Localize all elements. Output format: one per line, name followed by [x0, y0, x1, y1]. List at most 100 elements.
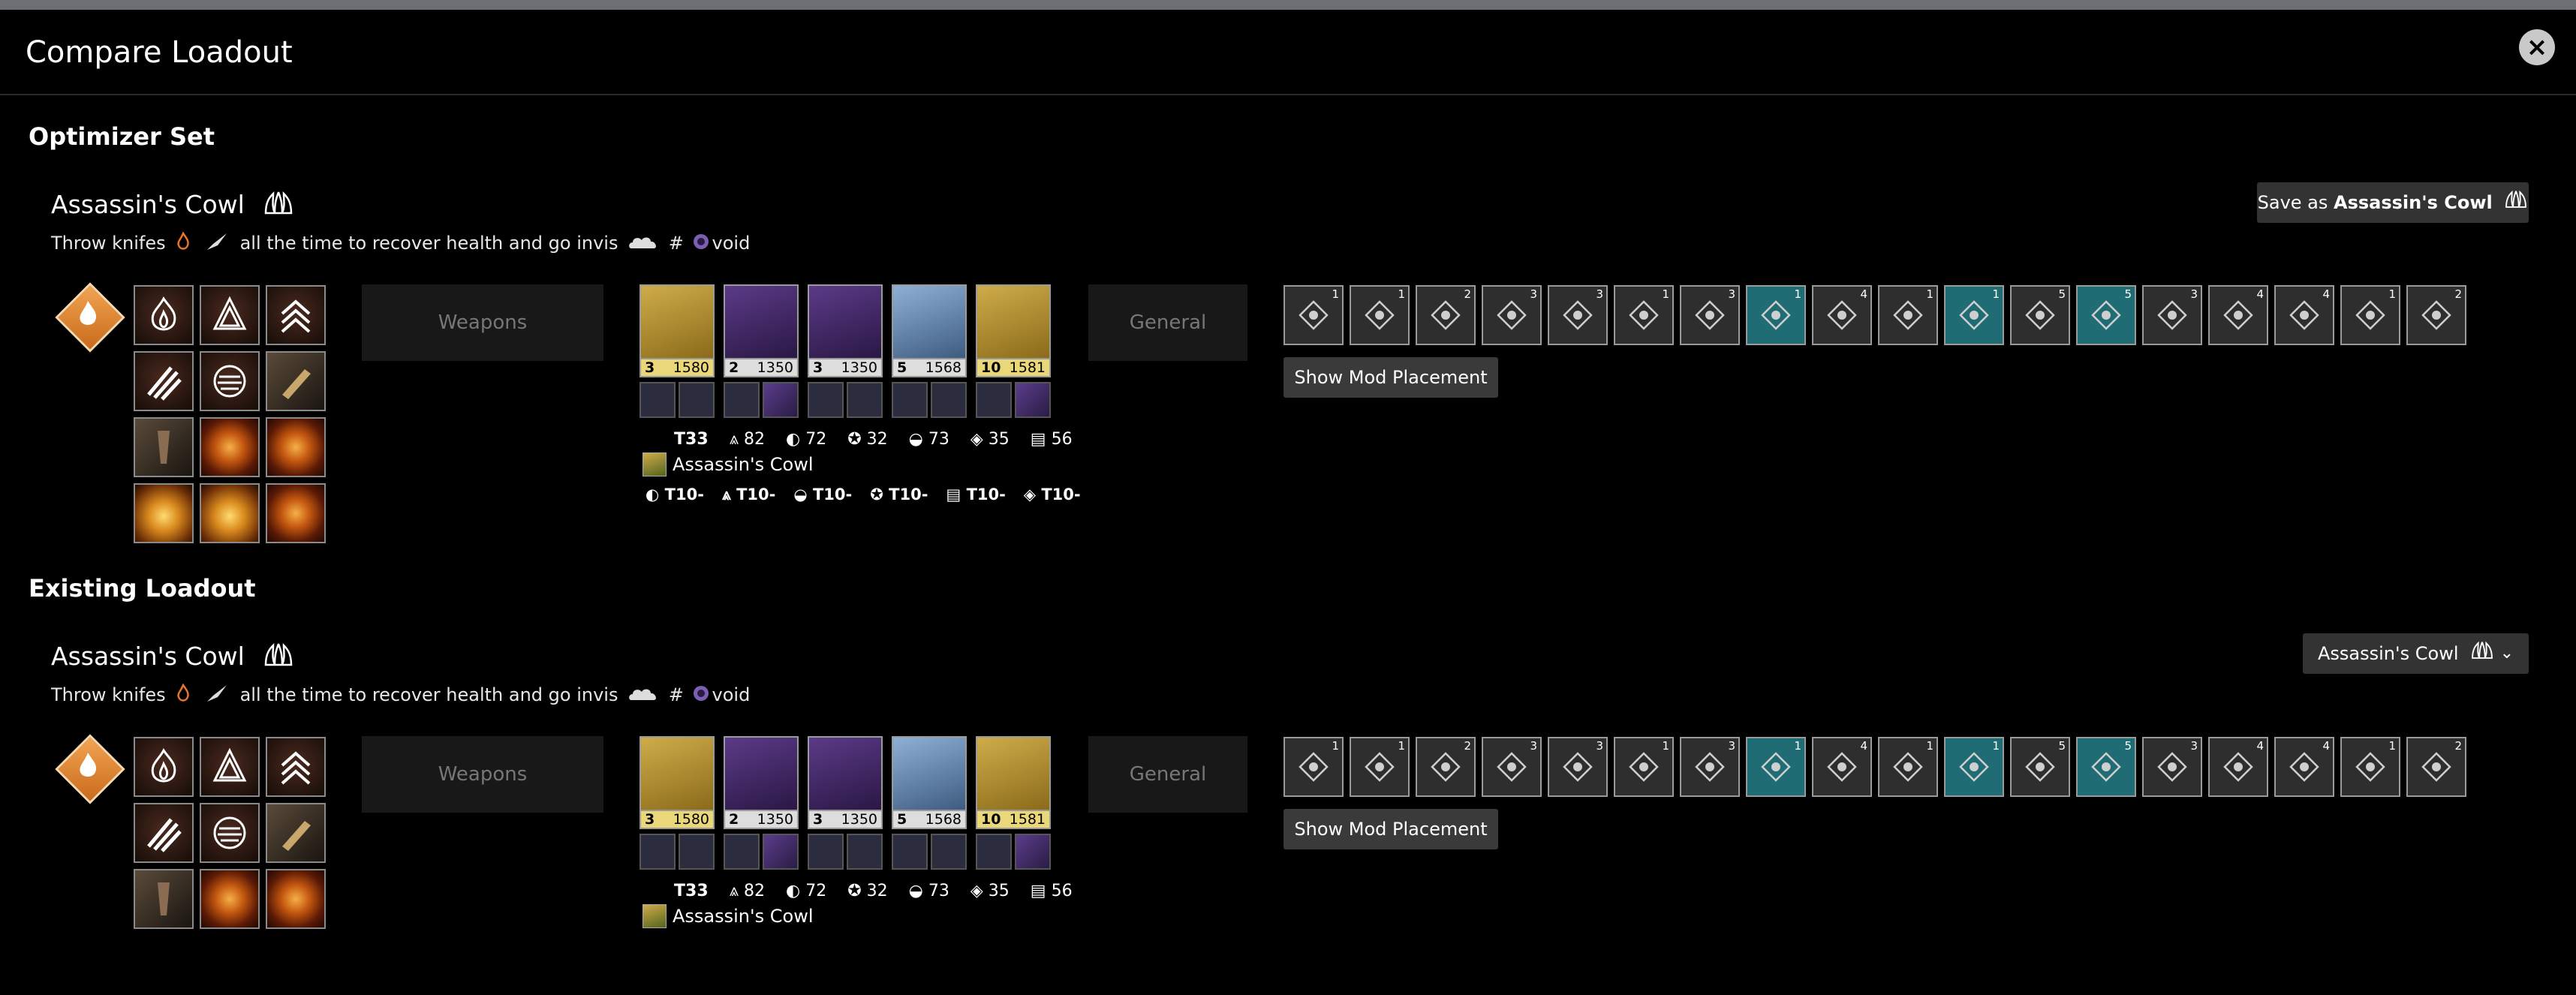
general-mod-icon[interactable]: 1	[2340, 285, 2400, 345]
general-mod-icon[interactable]: 3	[2142, 737, 2202, 797]
fragment-2-icon[interactable]	[266, 869, 326, 929]
armor-mod-slot[interactable]	[679, 834, 715, 870]
general-mod-icon[interactable]: 1	[1350, 285, 1410, 345]
armor-piece[interactable]: 3 1350	[808, 736, 883, 870]
existing-loadout-dropdown[interactable]: Assassin's Cowl ⌄	[2303, 633, 2529, 674]
armor-mod-slot[interactable]	[679, 382, 715, 418]
armor-piece[interactable]: 2 1350	[724, 284, 799, 418]
general-mod-icon[interactable]: 1	[2340, 737, 2400, 797]
general-mod-icon[interactable]: 5	[2076, 285, 2136, 345]
fragment-1-icon[interactable]	[200, 869, 260, 929]
general-mod-icon[interactable]: 3	[1548, 285, 1608, 345]
optimizer-weapons-panel[interactable]: Weapons	[362, 284, 603, 361]
armor-mod-slot[interactable]	[892, 382, 928, 418]
general-mod-icon[interactable]: 4	[1812, 285, 1872, 345]
existing-general-panel[interactable]: General	[1088, 736, 1247, 813]
armor-image[interactable]	[808, 736, 883, 811]
melee-icon[interactable]	[134, 803, 194, 863]
armor-mod-slot[interactable]	[639, 382, 676, 418]
armor-mod-slot[interactable]	[808, 834, 844, 870]
fragment-1-icon[interactable]	[200, 417, 260, 477]
general-mod-icon[interactable]: 4	[1812, 737, 1872, 797]
existing-weapons-panel[interactable]: Weapons	[362, 736, 603, 813]
class-ability-icon[interactable]	[200, 285, 260, 345]
armor-image[interactable]	[892, 736, 967, 811]
general-mod-icon[interactable]: 1	[1878, 285, 1938, 345]
general-mod-icon[interactable]: 1	[1350, 737, 1410, 797]
armor-piece[interactable]: 3 1580	[639, 736, 715, 870]
general-mod-icon[interactable]: 3	[1482, 285, 1542, 345]
general-mod-icon[interactable]: 1	[1746, 285, 1806, 345]
armor-mod-slot[interactable]	[808, 382, 844, 418]
armor-piece[interactable]: 3 1580	[639, 284, 715, 418]
general-mod-icon[interactable]: 2	[2406, 285, 2466, 345]
armor-image[interactable]	[724, 736, 799, 811]
general-mod-icon[interactable]: 2	[2406, 737, 2466, 797]
general-mod-icon[interactable]: 3	[1548, 737, 1608, 797]
general-mod-icon[interactable]: 4	[2274, 737, 2334, 797]
general-mod-icon[interactable]: 3	[1482, 737, 1542, 797]
armor-piece[interactable]: 10 1581	[976, 284, 1051, 418]
jump-icon[interactable]	[266, 737, 326, 797]
armor-mod-slot[interactable]	[1015, 834, 1051, 870]
aspect-2-icon[interactable]	[134, 417, 194, 477]
armor-piece[interactable]: 10 1581	[976, 736, 1051, 870]
armor-mod-slot[interactable]	[847, 834, 883, 870]
general-mod-icon[interactable]: 3	[2142, 285, 2202, 345]
super-icon[interactable]	[134, 285, 194, 345]
super-icon[interactable]	[134, 737, 194, 797]
general-mod-icon[interactable]: 1	[1878, 737, 1938, 797]
fragment-5-icon[interactable]	[266, 483, 326, 543]
save-as-loadout-button[interactable]: Save as Assassin's Cowl	[2257, 182, 2529, 223]
general-mod-icon[interactable]: 4	[2274, 285, 2334, 345]
general-mod-icon[interactable]: 2	[1416, 285, 1476, 345]
armor-piece[interactable]: 5 1568	[892, 284, 967, 418]
subclass-icon[interactable]	[55, 734, 125, 804]
jump-icon[interactable]	[266, 285, 326, 345]
general-mod-icon[interactable]: 5	[2010, 285, 2070, 345]
subclass-icon[interactable]	[55, 282, 125, 353]
grenade-icon[interactable]	[200, 351, 260, 411]
armor-image[interactable]	[724, 284, 799, 359]
aspect-1-icon[interactable]	[266, 803, 326, 863]
aspect-2-icon[interactable]	[134, 869, 194, 929]
general-mod-icon[interactable]: 4	[2208, 737, 2268, 797]
general-mod-icon[interactable]: 1	[1746, 737, 1806, 797]
general-mod-icon[interactable]: 1	[1944, 737, 2004, 797]
general-mod-icon[interactable]: 3	[1680, 285, 1740, 345]
armor-mod-slot[interactable]	[847, 382, 883, 418]
armor-image[interactable]	[976, 736, 1051, 811]
class-ability-icon[interactable]	[200, 737, 260, 797]
armor-piece[interactable]: 3 1350	[808, 284, 883, 418]
fragment-4-icon[interactable]	[200, 483, 260, 543]
optimizer-general-panel[interactable]: General	[1088, 284, 1247, 361]
general-mod-icon[interactable]: 1	[1614, 285, 1674, 345]
grenade-icon[interactable]	[200, 803, 260, 863]
armor-mod-slot[interactable]	[976, 382, 1012, 418]
armor-mod-slot[interactable]	[976, 834, 1012, 870]
general-mod-icon[interactable]: 1	[1283, 737, 1344, 797]
general-mod-icon[interactable]: 2	[1416, 737, 1476, 797]
armor-mod-slot[interactable]	[639, 834, 676, 870]
armor-mod-slot[interactable]	[1015, 382, 1051, 418]
armor-image[interactable]	[892, 284, 967, 359]
general-mod-icon[interactable]: 5	[2010, 737, 2070, 797]
fragment-2-icon[interactable]	[266, 417, 326, 477]
existing-show-mod-placement-button[interactable]: Show Mod Placement	[1283, 809, 1498, 849]
armor-mod-slot[interactable]	[892, 834, 928, 870]
armor-mod-slot[interactable]	[724, 382, 760, 418]
armor-mod-slot[interactable]	[763, 834, 799, 870]
armor-mod-slot[interactable]	[931, 382, 967, 418]
aspect-1-icon[interactable]	[266, 351, 326, 411]
armor-image[interactable]	[639, 284, 715, 359]
fragment-3-icon[interactable]	[134, 483, 194, 543]
armor-mod-slot[interactable]	[931, 834, 967, 870]
general-mod-icon[interactable]: 3	[1680, 737, 1740, 797]
armor-piece[interactable]: 5 1568	[892, 736, 967, 870]
armor-piece[interactable]: 2 1350	[724, 736, 799, 870]
general-mod-icon[interactable]: 4	[2208, 285, 2268, 345]
armor-mod-slot[interactable]	[724, 834, 760, 870]
armor-image[interactable]	[976, 284, 1051, 359]
general-mod-icon[interactable]: 1	[1614, 737, 1674, 797]
close-button[interactable]: ×	[2519, 29, 2555, 65]
